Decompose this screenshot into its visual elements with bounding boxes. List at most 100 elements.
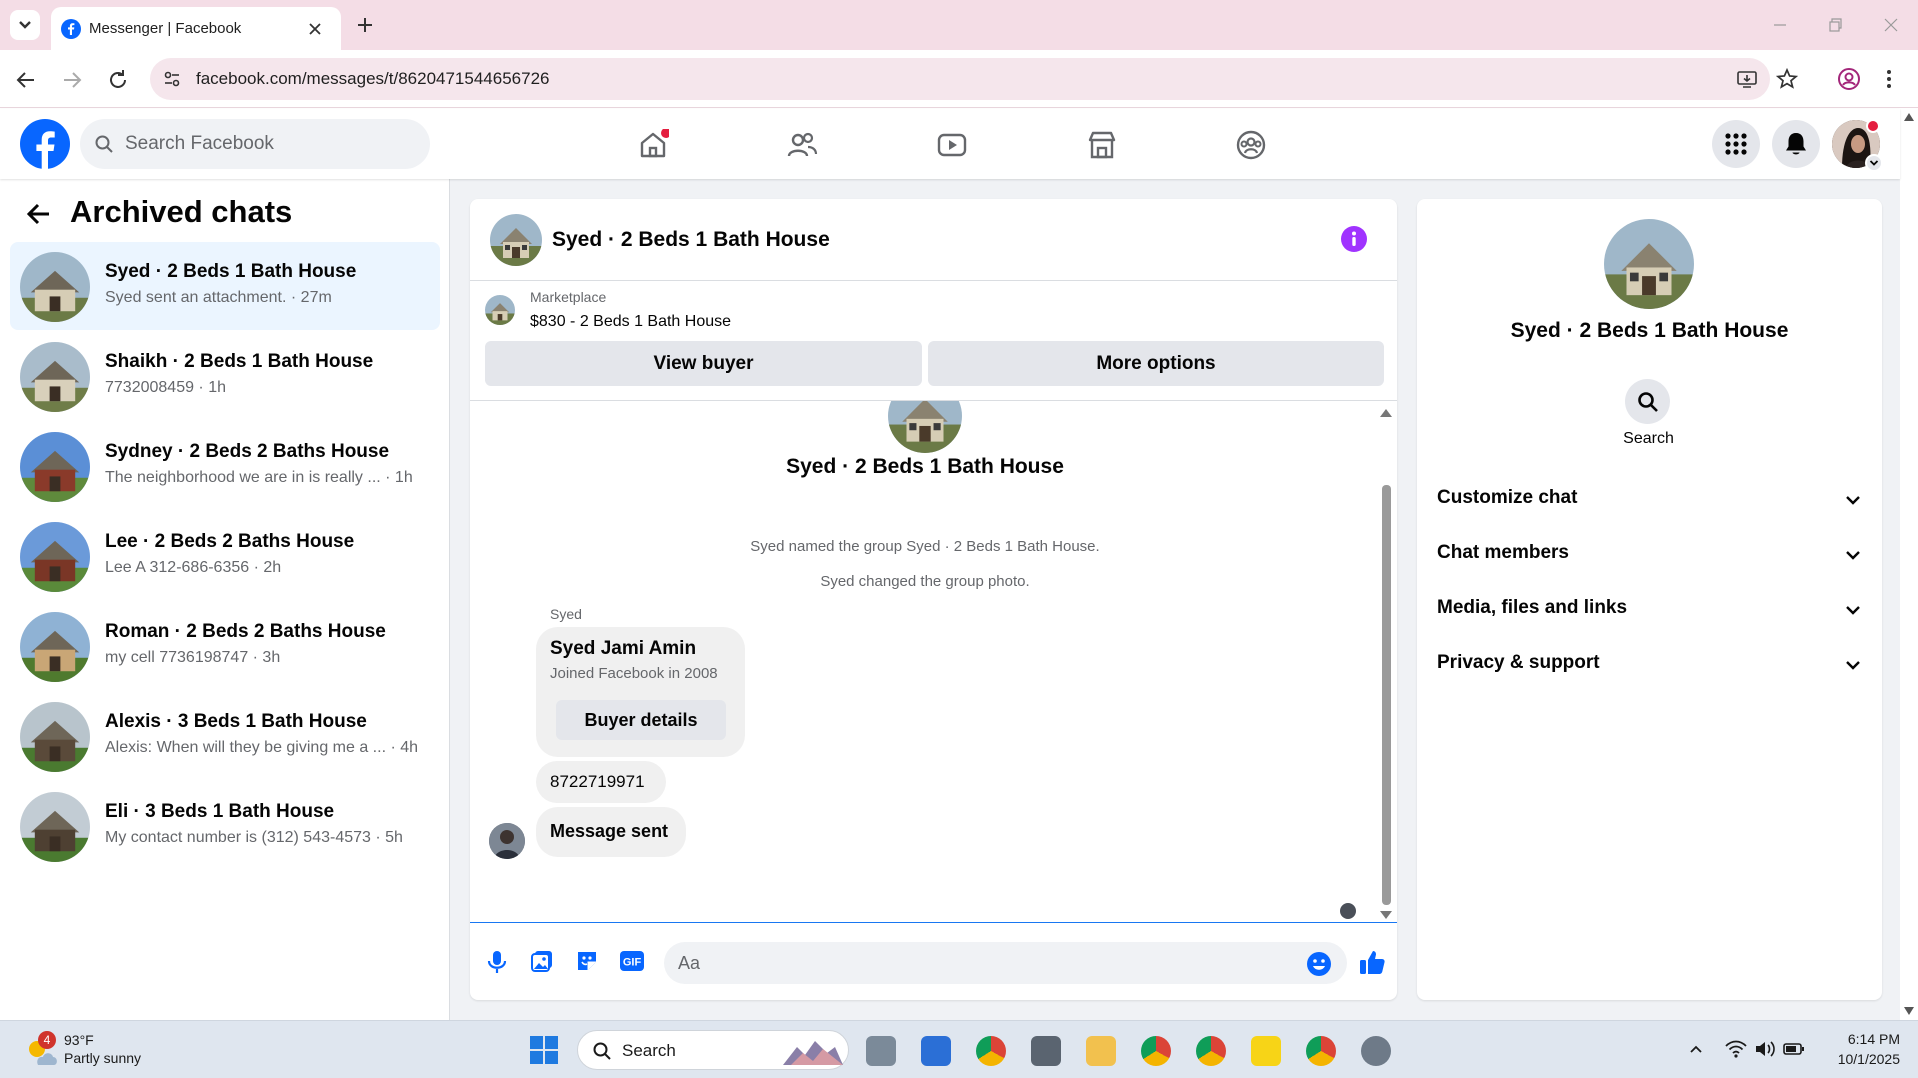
search-placeholder: Search Facebook — [125, 133, 274, 154]
browser-toolbar: facebook.com/messages/t/8620471544656726 — [0, 50, 1918, 108]
conversation-item[interactable]: Roman · 2 Beds 2 Baths House my cell 7736… — [10, 602, 440, 690]
windows-start-icon[interactable] — [529, 1035, 559, 1065]
file-explorer-icon[interactable] — [1086, 1036, 1116, 1066]
buyer-card: Syed Jami Amin Joined Facebook in 2008 B… — [536, 627, 745, 757]
message-input-placeholder: Aa — [678, 953, 701, 973]
listing-title[interactable]: $830 - 2 Beds 1 Bath House — [530, 313, 731, 331]
marketplace-icon[interactable] — [1086, 129, 1118, 161]
groups-icon[interactable] — [1235, 129, 1267, 161]
chevron-up-icon[interactable] — [1688, 1041, 1704, 1057]
notifications-button[interactable] — [1772, 120, 1820, 168]
address-bar[interactable]: facebook.com/messages/t/8620471544656726 — [150, 58, 1770, 100]
conversation-preview: my cell 7736198747 · 3h — [105, 649, 281, 666]
clock-date[interactable]: 10/1/2025 — [1818, 1051, 1900, 1067]
more-options-button[interactable]: More options — [928, 341, 1384, 386]
conversation-preview: Lee A 312-686-6356 · 2h — [105, 559, 282, 576]
sender-avatar[interactable] — [489, 823, 525, 859]
browser-tab[interactable]: Messenger | Facebook — [51, 7, 341, 50]
window-close-icon[interactable] — [1881, 15, 1901, 35]
conversation-item[interactable]: Lee · 2 Beds 2 Baths House Lee A 312-686-… — [10, 512, 440, 600]
chrome-icon[interactable] — [976, 1036, 1006, 1066]
message-input[interactable]: Aa — [664, 942, 1347, 984]
home-icon[interactable] — [637, 129, 669, 161]
conversation-name: Lee · 2 Beds 2 Baths House — [105, 531, 355, 552]
restore-icon[interactable] — [1825, 15, 1845, 35]
back-arrow-icon[interactable] — [26, 201, 52, 227]
emoji-icon[interactable] — [1306, 951, 1332, 977]
task-view-icon[interactable] — [866, 1036, 896, 1066]
message-text: 8722719971 — [550, 772, 645, 791]
search-facebook-input[interactable]: Search Facebook — [80, 119, 430, 169]
buyer-details-button[interactable]: Buyer details — [556, 700, 726, 740]
view-buyer-button[interactable]: View buyer — [485, 341, 922, 386]
conversation-item[interactable]: Shaikh · 2 Beds 1 Bath House 7732008459 ·… — [10, 332, 440, 420]
profile-icon[interactable] — [1836, 66, 1862, 92]
conversation-avatar — [20, 522, 90, 592]
new-tab-icon[interactable] — [355, 15, 375, 35]
scroll-down-icon[interactable] — [1904, 1007, 1914, 1015]
menu-dots-icon[interactable] — [1884, 66, 1894, 92]
back-icon[interactable] — [14, 68, 38, 92]
search-icon — [1637, 391, 1658, 412]
group-avatar[interactable] — [1604, 219, 1694, 309]
conversation-item[interactable]: Alexis · 3 Beds 1 Bath House Alexis: When… — [10, 692, 440, 780]
battery-icon[interactable] — [1783, 1041, 1805, 1057]
sticker-icon[interactable] — [575, 949, 599, 973]
forward-icon[interactable] — [60, 68, 84, 92]
thread-scrollbar-thumb[interactable] — [1382, 485, 1391, 905]
account-menu-chevron[interactable] — [1865, 154, 1883, 172]
snipping-tool-icon[interactable] — [1031, 1036, 1061, 1066]
watch-video-icon[interactable] — [936, 129, 968, 161]
conversation-item[interactable]: Eli · 3 Beds 1 Bath House My contact numb… — [10, 782, 440, 870]
accordion-customize-chat[interactable]: Customize chat — [1437, 479, 1862, 519]
marketplace-label: Marketplace — [530, 289, 607, 305]
page-scrollbar[interactable] — [1900, 109, 1918, 1020]
accordion-media-files-links[interactable]: Media, files and links — [1437, 589, 1862, 629]
settings-icon[interactable] — [1361, 1036, 1391, 1066]
house-photo — [1604, 219, 1694, 309]
bookmark-star-icon[interactable] — [1775, 67, 1799, 91]
accordion-chat-members[interactable]: Chat members — [1437, 534, 1862, 574]
conversation-item[interactable]: Sydney · 2 Beds 2 Baths House The neighbo… — [10, 422, 440, 510]
friends-icon[interactable] — [786, 129, 818, 161]
weather-widget[interactable]: 4 93°F Partly sunny — [18, 1029, 168, 1071]
house-photo — [20, 522, 90, 592]
accordion-label: Media, files and links — [1437, 597, 1628, 618]
house-photo — [485, 295, 515, 325]
conversation-name: Sydney · 2 Beds 2 Baths House — [105, 441, 390, 462]
chrome-icon[interactable] — [1141, 1036, 1171, 1066]
taskbar-search[interactable]: Search — [577, 1030, 849, 1070]
accordion-privacy-support[interactable]: Privacy & support — [1437, 644, 1862, 684]
microsoft-store-icon[interactable] — [921, 1036, 951, 1066]
chrome-icon[interactable] — [1196, 1036, 1226, 1066]
facebook-top-nav: Search Facebook — [0, 109, 1900, 179]
sticky-notes-icon[interactable] — [1251, 1036, 1281, 1066]
facebook-favicon-icon — [61, 19, 81, 39]
site-info-icon[interactable] — [162, 69, 182, 89]
minimize-icon[interactable] — [1770, 15, 1790, 35]
chat-avatar[interactable] — [490, 214, 542, 266]
microphone-icon[interactable] — [486, 950, 508, 974]
conversation-info-button[interactable] — [1341, 226, 1367, 252]
weather-temp: 93°F — [64, 1032, 94, 1048]
install-app-icon[interactable] — [1736, 68, 1758, 90]
photo-attach-icon[interactable] — [530, 949, 554, 973]
menu-grid-button[interactable] — [1712, 120, 1760, 168]
chat-panel: Syed · 2 Beds 1 Bath House Marketplace $… — [470, 199, 1397, 1000]
gif-icon[interactable]: GIF — [619, 949, 645, 973]
chrome-icon[interactable] — [1306, 1036, 1336, 1066]
facebook-logo-icon[interactable] — [20, 119, 70, 169]
clock-time[interactable]: 6:14 PM — [1828, 1031, 1900, 1047]
search-in-conversation-button[interactable] — [1625, 379, 1670, 424]
scroll-down-icon[interactable] — [1380, 911, 1392, 919]
wifi-icon[interactable] — [1725, 1039, 1747, 1059]
close-icon[interactable] — [307, 21, 323, 37]
chevron-down-icon — [1846, 496, 1860, 505]
scroll-up-icon[interactable] — [1904, 113, 1914, 121]
scroll-up-icon[interactable] — [1380, 409, 1392, 417]
conversation-item[interactable]: Syed · 2 Beds 1 Bath House Syed sent an a… — [10, 242, 440, 330]
tab-search-button[interactable] — [10, 10, 40, 40]
thumbs-up-icon[interactable] — [1358, 948, 1386, 976]
reload-icon[interactable] — [106, 68, 130, 92]
volume-icon[interactable] — [1754, 1039, 1776, 1059]
